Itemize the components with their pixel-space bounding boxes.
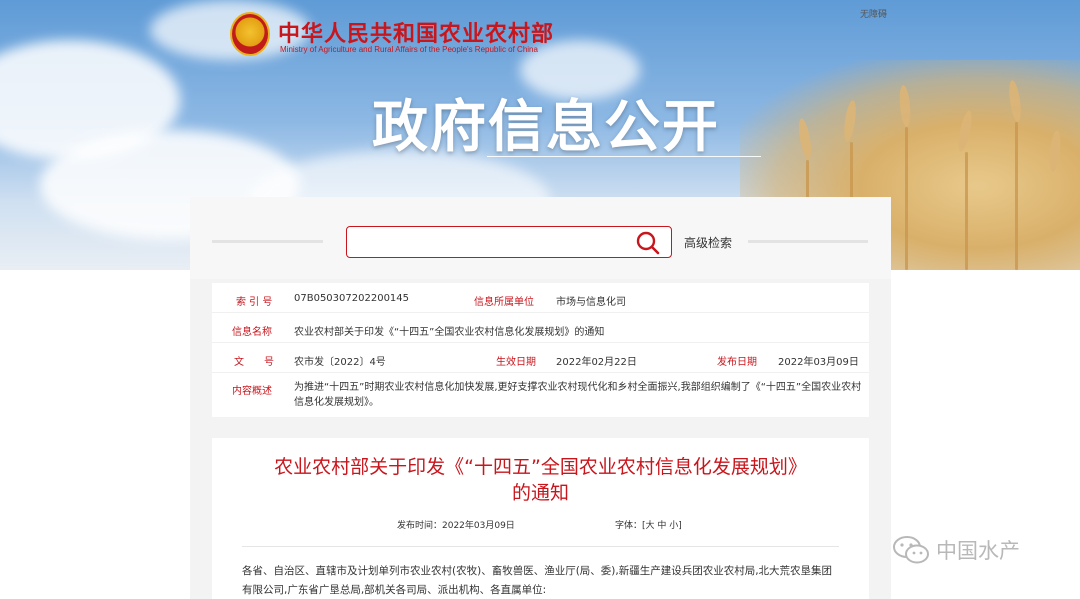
article-publish-time: 发布时间：2022年03月09日 <box>397 521 515 531</box>
effective-date-value: 2022年02月22日 <box>556 357 637 368</box>
index-label: 索 引 号 <box>236 297 273 308</box>
title-underline <box>487 156 761 157</box>
advanced-search-link[interactable]: 高级检索 <box>684 234 732 251</box>
banner-title: 政府信息公开 <box>372 95 720 160</box>
article: 农业农村部关于印发《“十四五”全国农业农村信息化发展规划》 的通知 发布时间：2… <box>212 438 869 599</box>
info-row: 信息名称 农业农村部关于印发《“十四五”全国农业农村信息化发展规划》的通知 <box>212 313 869 343</box>
name-value: 农业农村部关于印发《“十四五”全国农业农村信息化发展规划》的通知 <box>294 327 605 338</box>
accessibility-link[interactable]: 无障碍 <box>860 7 887 20</box>
summary-label: 内容概述 <box>232 386 272 397</box>
wheat-stalk <box>905 127 908 270</box>
content-card: 高级检索 索 引 号 07B050307202200145 信息所属单位 市场与… <box>190 197 891 599</box>
wheat-stalk <box>1015 122 1018 270</box>
wechat-icon <box>893 536 929 564</box>
info-metadata-table: 索 引 号 07B050307202200145 信息所属单位 市场与信息化司 … <box>212 283 869 417</box>
watermark-text: 中国水产 <box>936 539 1020 563</box>
unit-value: 市场与信息化司 <box>556 297 626 308</box>
wheat-stalk <box>965 152 968 270</box>
name-label: 信息名称 <box>232 327 272 338</box>
effective-date-label: 生效日期 <box>496 357 536 368</box>
divider <box>242 546 839 547</box>
article-body: 各省、自治区、直辖市及计划单列市农业农村(农牧)、畜牧兽医、渔业厅(局、委),新… <box>242 565 833 596</box>
search-input[interactable] <box>346 226 672 258</box>
watermark: 中国水产 <box>892 534 1020 566</box>
info-row: 索 引 号 07B050307202200145 信息所属单位 市场与信息化司 <box>212 283 869 313</box>
unit-label: 信息所属单位 <box>474 297 534 308</box>
article-title-line1: 农业农村部关于印发《“十四五”全国农业农村信息化发展规划》 <box>274 456 807 478</box>
publish-date-label: 发布日期 <box>717 357 757 368</box>
ministry-name-en: Ministry of Agriculture and Rural Affair… <box>280 45 538 54</box>
divider <box>212 240 323 243</box>
article-title: 农业农村部关于印发《“十四五”全国农业农村信息化发展规划》 的通知 <box>232 454 849 506</box>
info-row: 文 号 农市发〔2022〕4号 生效日期 2022年02月22日 发布日期 20… <box>212 343 869 373</box>
index-value: 07B050307202200145 <box>294 293 410 304</box>
publish-date-value: 2022年03月09日 <box>778 357 859 368</box>
summary-value: 为推进“十四五”时期农业农村信息化加快发展,更好支撑农业农村现代化和乡村全面振兴… <box>294 382 862 408</box>
ministry-name-cn[interactable]: 中华人民共和国农业农村部 <box>278 16 554 48</box>
search-bar: 高级检索 <box>190 197 891 279</box>
doc-number-label: 文 号 <box>234 357 274 368</box>
font-size-switch[interactable]: 字体：[大 中 小] <box>615 518 682 531</box>
national-emblem-icon[interactable] <box>230 12 270 56</box>
divider <box>748 240 868 243</box>
search-icon[interactable] <box>635 230 661 256</box>
doc-number-value: 农市发〔2022〕4号 <box>294 357 386 368</box>
info-row: 内容概述 为推进“十四五”时期农业农村信息化加快发展,更好支撑农业农村现代化和乡… <box>212 373 869 417</box>
article-title-line2: 的通知 <box>511 482 569 504</box>
